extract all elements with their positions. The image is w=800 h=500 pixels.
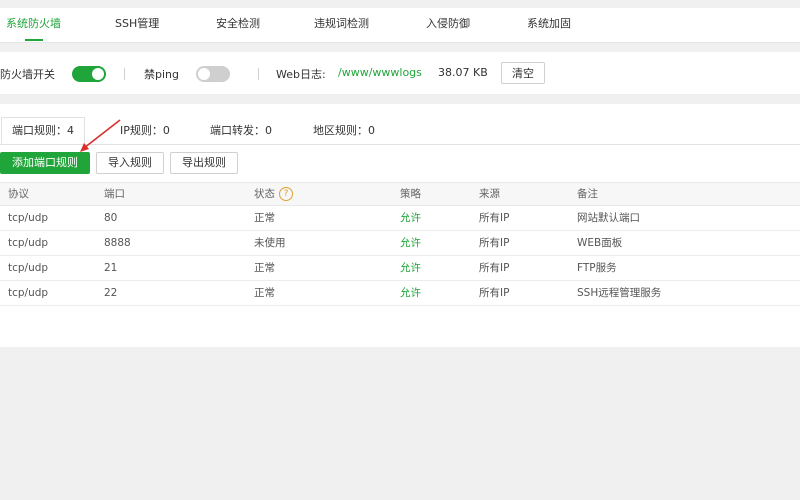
annotation-arrow-icon	[80, 119, 121, 152]
